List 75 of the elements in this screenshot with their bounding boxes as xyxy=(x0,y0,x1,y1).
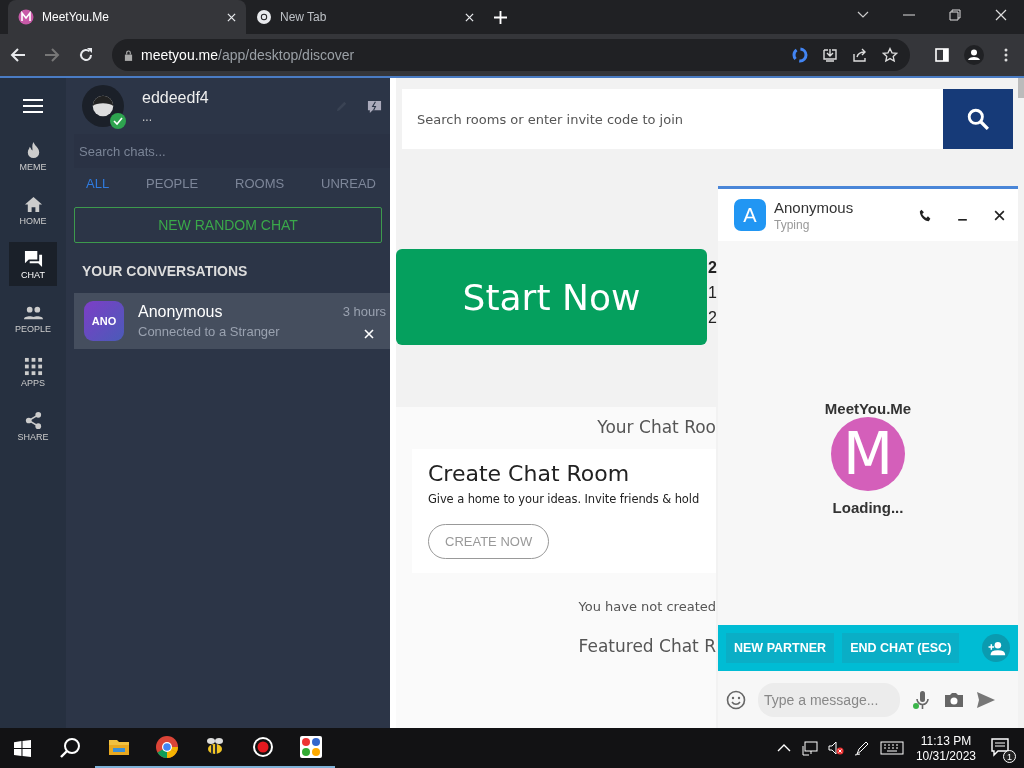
menu-icon[interactable] xyxy=(23,98,43,114)
stat-value: 2 xyxy=(708,259,717,277)
chrome-favicon-icon xyxy=(256,9,272,25)
conversation-preview: Connected to a Stranger xyxy=(138,324,281,339)
section-heading: Featured Chat R xyxy=(578,635,716,656)
microphone-icon[interactable] xyxy=(912,689,932,710)
room-search-field[interactable]: Search rooms or enter invite code to join xyxy=(402,89,943,149)
new-tab-icon[interactable] xyxy=(494,11,507,24)
phone-icon[interactable] xyxy=(919,208,932,222)
section-heading: YOUR CONVERSATIONS xyxy=(81,262,249,281)
nav-item[interactable]: MEME xyxy=(9,134,57,178)
stat-value: 2 xyxy=(708,309,717,327)
search-icon xyxy=(967,108,989,130)
share-icon xyxy=(23,410,43,430)
send-icon[interactable] xyxy=(976,689,996,710)
pen-icon[interactable] xyxy=(853,740,870,756)
emoji-icon[interactable] xyxy=(726,689,746,710)
nav-item[interactable]: SHARE xyxy=(9,404,57,448)
logo-name: MeetYou.Me xyxy=(824,400,912,417)
card-title: Create Chat Room xyxy=(428,461,630,486)
clock-time: 11:13 PM xyxy=(920,733,972,748)
restore-icon[interactable] xyxy=(949,9,961,21)
back-icon[interactable] xyxy=(10,47,26,63)
card-text: Give a home to your ideas. Invite friends & hold xyxy=(428,492,700,506)
message-field[interactable]: Type a message... xyxy=(758,682,900,717)
username: eddeedf4 xyxy=(142,88,209,107)
keyboard-icon[interactable] xyxy=(879,740,904,756)
site-favicon-icon xyxy=(18,9,34,25)
notification-count: 1 xyxy=(1003,750,1016,763)
scrollbar[interactable] xyxy=(1018,78,1024,98)
partner-avatar: A xyxy=(734,199,766,231)
partner-status: Typing xyxy=(774,217,811,232)
home-icon xyxy=(23,194,43,214)
share-icon[interactable] xyxy=(852,47,868,63)
loading-text: Loading... xyxy=(832,499,904,516)
nav-item[interactable]: CHAT xyxy=(9,242,57,286)
chat-icon xyxy=(23,248,43,268)
windows-start-icon[interactable] xyxy=(14,739,31,757)
stat-value: 1 xyxy=(708,284,717,302)
add-person-icon[interactable] xyxy=(982,634,1010,662)
conversation-name: Anonymous xyxy=(138,303,224,321)
side-panel-icon[interactable] xyxy=(934,47,950,63)
url-host: meetyou.me xyxy=(141,47,219,63)
url-path: /app/desktop/discover xyxy=(218,47,355,63)
browser-tab[interactable]: New Tab xyxy=(246,0,484,34)
tab-title: New Tab xyxy=(280,10,328,24)
conversation-avatar: ANO xyxy=(84,301,124,341)
profile-icon[interactable] xyxy=(964,45,984,65)
conversation-item[interactable]: ANO Anonymous Connected to a Stranger 3 hours xyxy=(74,293,390,349)
user-avatar[interactable] xyxy=(82,85,124,127)
clock-date: 10/31/2023 xyxy=(915,748,976,763)
install-icon[interactable] xyxy=(822,47,838,63)
empty-note: You have not created xyxy=(578,598,716,614)
nav-item[interactable]: PEOPLE xyxy=(9,296,57,340)
star-icon[interactable] xyxy=(882,47,898,63)
tab-title: MeetYou.Me xyxy=(42,10,110,24)
user-status: ... xyxy=(142,109,153,124)
lock-icon xyxy=(124,49,133,61)
apps-icon xyxy=(23,356,43,376)
forward-icon[interactable] xyxy=(44,47,60,63)
section-heading: Your Chat Roo xyxy=(597,416,716,439)
nav-item[interactable]: APPS xyxy=(9,350,57,394)
nav-item[interactable]: HOME xyxy=(9,188,57,232)
address-bar[interactable]: meetyou.me/app/desktop/discover xyxy=(112,39,910,71)
logo-mark: M xyxy=(831,417,905,491)
browser-tab[interactable]: MeetYou.Me xyxy=(8,0,246,34)
reload-icon[interactable] xyxy=(78,47,94,63)
message-bolt-icon[interactable] xyxy=(367,98,382,114)
search-button[interactable] xyxy=(943,89,1013,149)
conversation-time: 3 hours xyxy=(342,303,386,319)
speaker-muted-icon[interactable] xyxy=(827,740,844,756)
partner-name: Anonymous xyxy=(774,198,854,216)
new-random-chat-button[interactable]: NEW RANDOM CHAT xyxy=(74,207,382,243)
close-icon[interactable] xyxy=(993,208,1006,222)
network-icon[interactable] xyxy=(801,740,818,756)
